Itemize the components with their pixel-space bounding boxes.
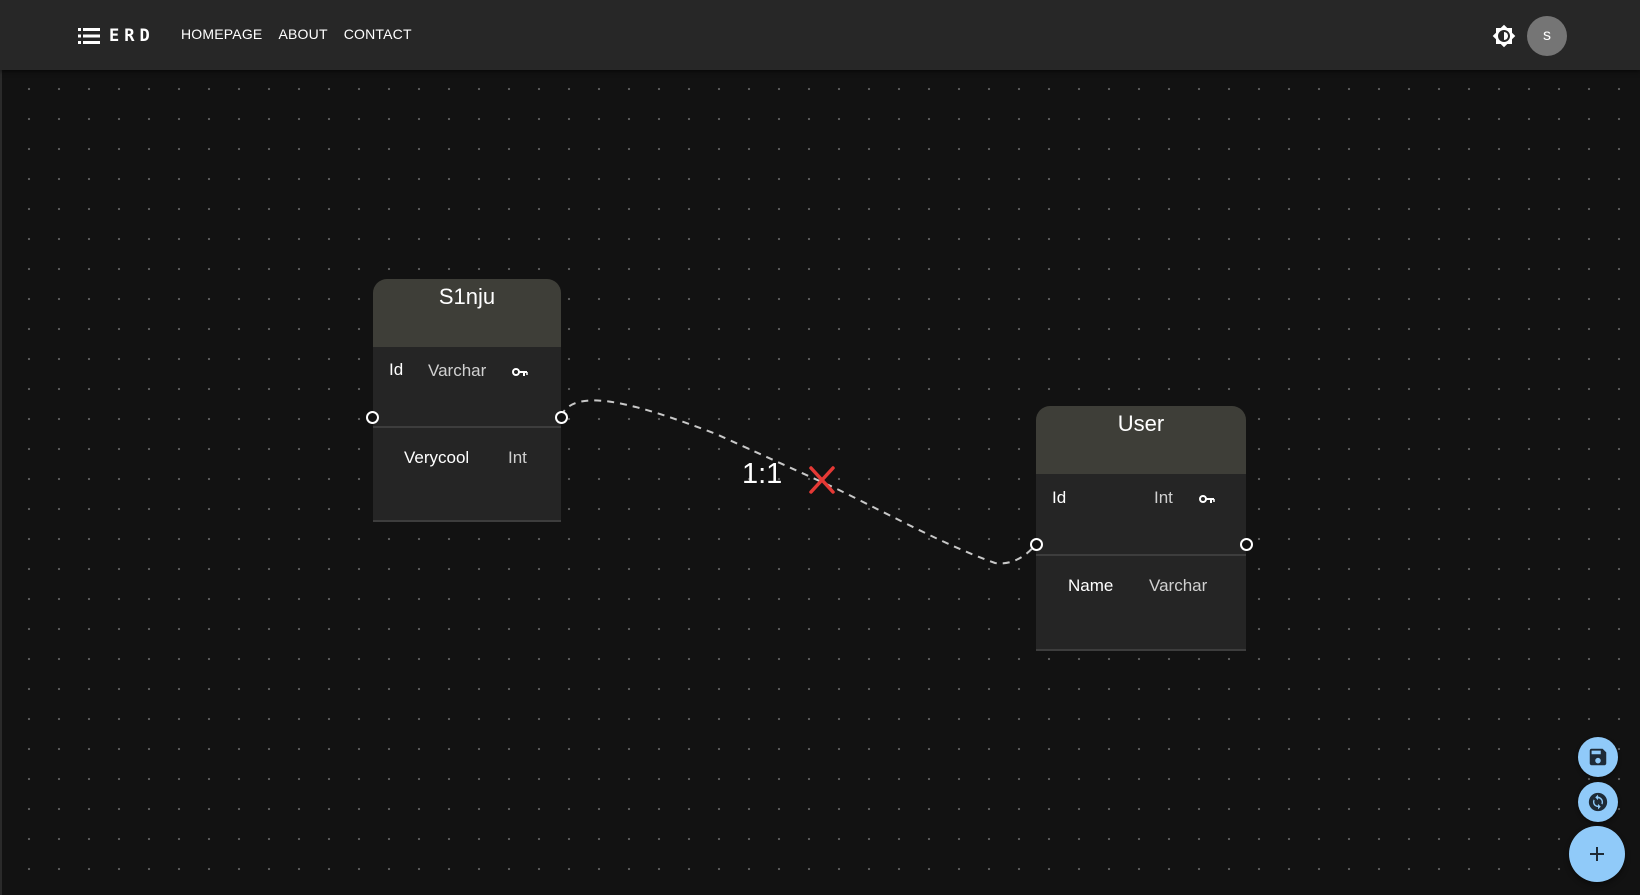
list-icon [78,28,100,44]
table-node-user[interactable]: User Id Int Name Varchar [1036,406,1246,651]
key-icon [512,368,528,376]
nav-link-homepage[interactable]: HOMEPAGE [181,26,262,42]
table-column-row[interactable]: Name Varchar [1036,556,1246,651]
table-column-row[interactable]: Id Varchar [373,347,561,428]
sync-icon [1588,792,1608,812]
column-type: Int [1154,488,1173,507]
table-title: S1nju [373,279,561,347]
connection-handle-left[interactable] [1030,538,1043,551]
connection-handle-right[interactable] [555,411,568,424]
relation-label[interactable]: 1:1 [742,458,782,491]
nav-link-about[interactable]: ABOUT [278,26,327,42]
sync-button[interactable] [1578,782,1618,822]
add-table-button[interactable] [1569,826,1625,882]
column-name: Id [1052,488,1067,507]
save-icon [1589,748,1607,766]
top-navbar: ERD HOMEPAGE ABOUT CONTACT s [0,0,1640,70]
erd-app: ERD HOMEPAGE ABOUT CONTACT s 1:1 S1nju I… [0,0,1640,895]
column-type: Int [508,448,527,467]
brightness-icon[interactable] [1492,24,1516,48]
table-node-s1nju[interactable]: S1nju Id Varchar Verycool Int [373,279,561,522]
column-type: Varchar [428,361,487,380]
table-column-row[interactable]: Verycool Int [373,428,561,522]
column-name: Name [1068,576,1114,595]
user-avatar[interactable]: s [1527,16,1567,56]
connection-handle-left[interactable] [366,411,379,424]
connection-handle-right[interactable] [1240,538,1253,551]
table-title: User [1036,406,1246,474]
brand-logo[interactable]: ERD [78,24,155,48]
column-name: Verycool [404,448,470,467]
nav-links: HOMEPAGE ABOUT CONTACT [181,26,412,42]
relation-edge-layer [560,399,1037,565]
column-name: Id [389,360,404,379]
table-column-row[interactable]: Id Int [1036,474,1246,556]
key-icon [1199,495,1215,503]
nav-link-contact[interactable]: CONTACT [344,26,412,42]
save-button[interactable] [1578,737,1618,777]
brand-text: ERD [109,26,155,46]
close-icon[interactable] [806,464,838,496]
add-icon [1590,847,1604,861]
relation-edge[interactable] [560,399,1037,565]
column-type: Varchar [1149,576,1208,595]
